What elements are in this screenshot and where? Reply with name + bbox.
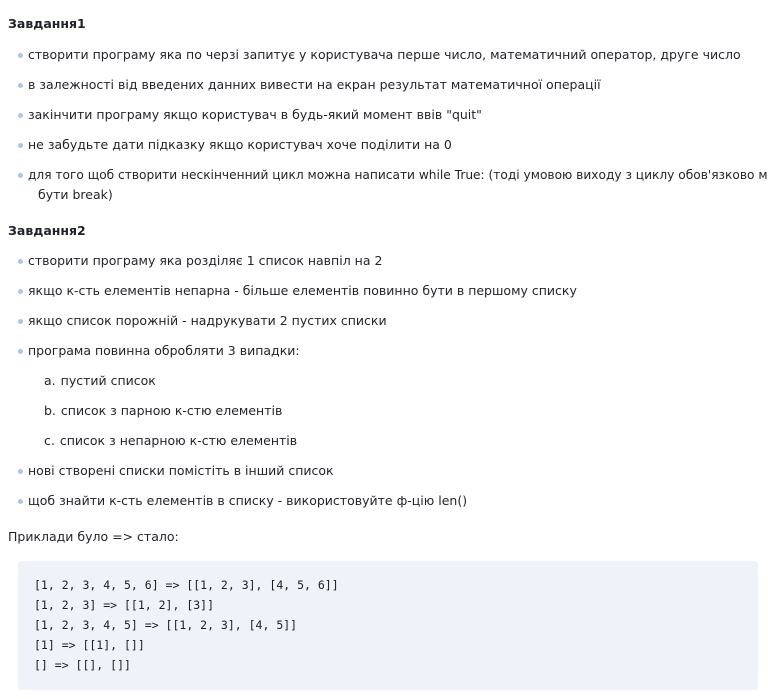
bullet-icon xyxy=(18,349,23,354)
bullet-icon xyxy=(18,173,23,178)
list-item-text: створити програму яка по черзі запитує у… xyxy=(28,47,741,62)
list-item-text: щоб знайти к-сть елементів в списку - ви… xyxy=(28,493,468,508)
code-block: [1, 2, 3, 4, 5, 6] => [[1, 2, 3], [4, 5,… xyxy=(18,561,758,690)
bullet-icon xyxy=(18,469,23,474)
bullet-icon xyxy=(18,143,23,148)
code-line: [1, 2, 3] => [[1, 2], [3]] xyxy=(34,598,215,612)
task2-heading: Завдання2 xyxy=(8,223,86,238)
list-item: створити програму яка розділяє 1 список … xyxy=(18,253,382,268)
sub-list-marker: a. xyxy=(44,373,56,388)
list-item: нові створені списки помістіть в інший с… xyxy=(18,463,334,478)
sub-list-item: c. список з непарною к-стю елементів xyxy=(44,433,297,448)
list-item-text: для того щоб створити нескінченний цикл … xyxy=(28,168,768,182)
sub-list-marker: b. xyxy=(44,403,56,418)
bullet-icon xyxy=(18,53,23,58)
list-item-continuation: бути break) xyxy=(38,187,113,202)
list-item: щоб знайти к-сть елементів в списку - ви… xyxy=(18,493,467,508)
list-item: створити програму яка по черзі запитує у… xyxy=(18,47,741,62)
sub-list-item: b. список з парною к-стю елементів xyxy=(44,403,282,418)
list-item: для того щоб створити нескінченний цикл … xyxy=(18,167,768,182)
list-item-text: програма повинна обробляти 3 випадки: xyxy=(28,343,300,358)
sub-list-text: список з парною к-стю елементів xyxy=(60,403,283,418)
sub-list-item: a. пустий список xyxy=(44,373,156,388)
bullet-icon xyxy=(18,499,23,504)
bullet-icon xyxy=(18,319,23,324)
code-line: [1, 2, 3, 4, 5] => [[1, 2, 3], [4, 5]] xyxy=(34,618,298,632)
list-item-text: не забудьте дати підказку якщо користува… xyxy=(28,137,452,152)
sub-list-marker: c. xyxy=(44,433,55,448)
list-item: якщо список порожній - надрукувати 2 пус… xyxy=(18,313,387,328)
bullet-icon xyxy=(18,289,23,294)
bullet-icon xyxy=(18,259,23,264)
list-item: програма повинна обробляти 3 випадки: xyxy=(18,343,300,358)
code-line: [1] => [[1], []] xyxy=(34,638,145,652)
list-item-text: створити програму яка розділяє 1 список … xyxy=(28,253,383,268)
list-item: закінчити програму якщо користувач в буд… xyxy=(18,107,482,122)
task1-heading: Завдання1 xyxy=(8,16,86,31)
list-item-text: закінчити програму якщо користувач в буд… xyxy=(28,107,482,122)
list-item-text: в залежності від введених данних вивести… xyxy=(28,77,601,92)
sub-list-text: список з непарною к-стю елементів xyxy=(59,433,298,448)
code-line: [] => [[], []] xyxy=(34,658,131,672)
examples-label: Приклади було => стало: xyxy=(8,529,179,544)
list-item-text: якщо список порожній - надрукувати 2 пус… xyxy=(28,313,387,328)
bullet-icon xyxy=(18,83,23,88)
list-item: якщо к-сть елементів непарна - більше ел… xyxy=(18,283,577,298)
list-item: в залежності від введених данних вивести… xyxy=(18,77,601,92)
list-item: не забудьте дати підказку якщо користува… xyxy=(18,137,452,152)
code-line: [1, 2, 3, 4, 5, 6] => [[1, 2, 3], [4, 5,… xyxy=(34,578,339,592)
sub-list-text: пустий список xyxy=(60,373,156,388)
bullet-icon xyxy=(18,113,23,118)
list-item-text: якщо к-сть елементів непарна - більше ел… xyxy=(28,283,577,298)
list-item-text: нові створені списки помістіть в інший с… xyxy=(28,463,334,478)
